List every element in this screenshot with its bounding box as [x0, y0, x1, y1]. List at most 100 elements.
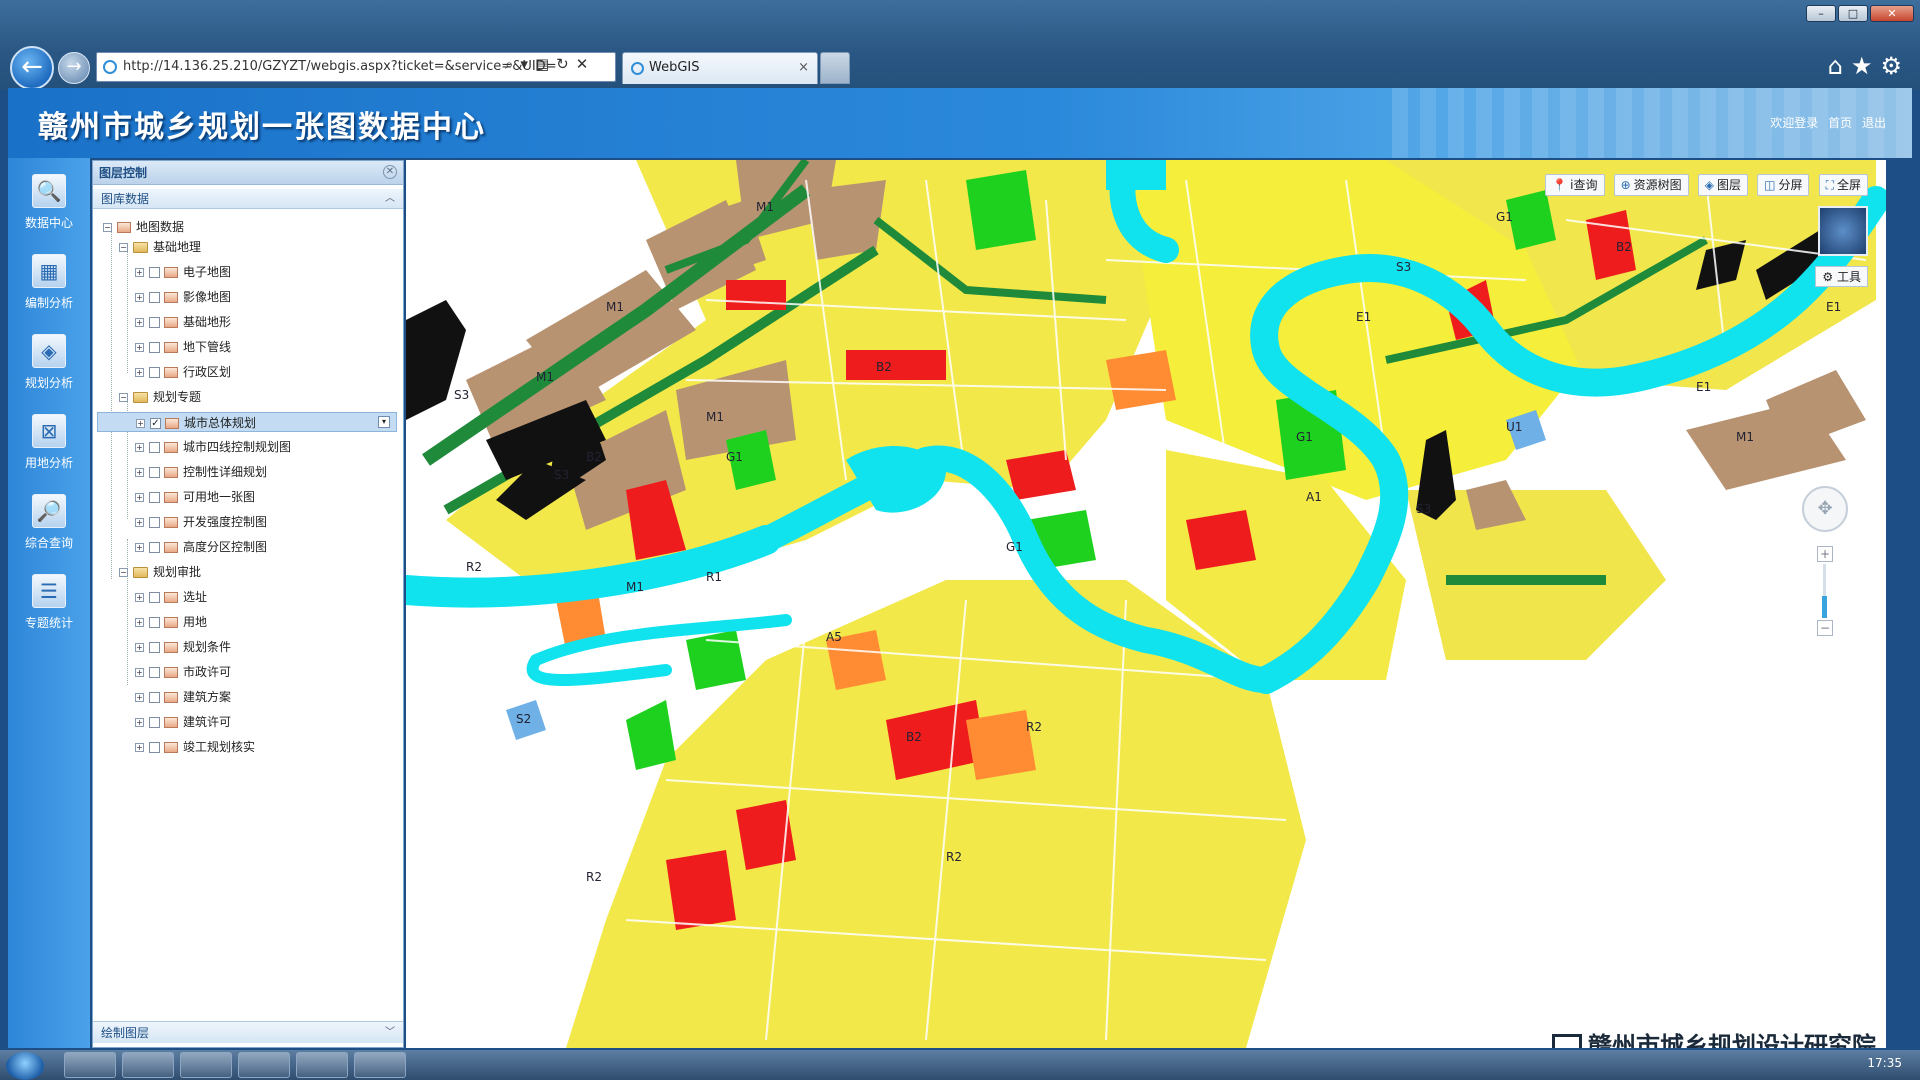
- forward-button[interactable]: →: [58, 52, 90, 84]
- resource-tree-button[interactable]: ⊕ 资源树图: [1613, 174, 1689, 196]
- layers-button[interactable]: ◈ 图层: [1697, 174, 1749, 196]
- maximize-button[interactable]: □: [1838, 5, 1868, 22]
- taskbar-app-icon[interactable]: [180, 1052, 232, 1078]
- expand-icon[interactable]: +: [135, 343, 144, 352]
- expand-icon[interactable]: +: [135, 618, 144, 627]
- tree-node-land-use[interactable]: + 用地: [135, 612, 207, 632]
- tree-node-basic-geo[interactable]: − 基础地理: [119, 237, 201, 257]
- tree-node-planning-conditions[interactable]: + 规划条件: [135, 637, 231, 657]
- identify-button[interactable]: 📍 i查询: [1545, 174, 1605, 196]
- minimize-button[interactable]: –: [1806, 5, 1836, 22]
- collapse-icon[interactable]: −: [103, 223, 112, 232]
- logout-link[interactable]: 退出: [1862, 116, 1886, 130]
- tree-node-planning-topics[interactable]: − 规划专题: [119, 387, 201, 407]
- section-draw-layers[interactable]: 绘制图层 ﹀: [93, 1021, 403, 1043]
- taskbar-clock[interactable]: 17:35: [1867, 1056, 1902, 1070]
- expand-icon[interactable]: +: [135, 293, 144, 302]
- close-window-button[interactable]: ✕: [1870, 5, 1914, 22]
- layer-checkbox[interactable]: [149, 492, 160, 503]
- layer-checkbox[interactable]: [149, 742, 160, 753]
- expand-icon[interactable]: +: [135, 718, 144, 727]
- expand-icon[interactable]: +: [135, 693, 144, 702]
- tree-node-pipelines[interactable]: + 地下管线: [135, 337, 231, 357]
- gear-icon[interactable]: ⚙: [1880, 52, 1910, 80]
- start-button[interactable]: [6, 1052, 44, 1080]
- layer-checkbox[interactable]: [149, 642, 160, 653]
- browser-tab[interactable]: WebGIS ×: [622, 52, 818, 84]
- chevron-up-icon[interactable]: ︿: [385, 189, 395, 209]
- tree-node-site-selection[interactable]: + 选址: [135, 587, 207, 607]
- layer-checkbox[interactable]: [149, 617, 160, 628]
- tree-node-terrain[interactable]: + 基础地形: [135, 312, 231, 332]
- split-screen-button[interactable]: ◫ 分屏: [1757, 174, 1810, 196]
- expand-icon[interactable]: +: [135, 368, 144, 377]
- expand-icon[interactable]: +: [135, 493, 144, 502]
- tree-node-height-zones[interactable]: + 高度分区控制图: [135, 537, 267, 557]
- compat-icon[interactable]: ▤: [535, 55, 549, 73]
- layer-checkbox[interactable]: [149, 667, 160, 678]
- tree-node-map-data[interactable]: − 地图数据: [103, 217, 184, 237]
- layer-checkbox[interactable]: [149, 592, 160, 603]
- tree-node-four-lines[interactable]: + 城市四线控制规划图: [135, 437, 291, 457]
- search-icon[interactable]: ⌕: [505, 55, 513, 73]
- expand-icon[interactable]: +: [136, 419, 145, 428]
- tree-node-building-scheme[interactable]: + 建筑方案: [135, 687, 231, 707]
- taskbar-app-icon[interactable]: [354, 1052, 406, 1078]
- layer-checkbox[interactable]: [149, 317, 160, 328]
- expand-icon[interactable]: +: [135, 743, 144, 752]
- chevron-down-icon[interactable]: ﹀: [385, 1022, 395, 1044]
- map-canvas[interactable]: S3 S3 S3 S3 B2 B2 B2 B2 G1 G1 G1 G1 A1 E…: [406, 160, 1886, 1048]
- layer-checkbox[interactable]: [149, 717, 160, 728]
- expand-icon[interactable]: +: [135, 643, 144, 652]
- land-analysis-button[interactable]: ⊠ 用地分析: [8, 404, 90, 482]
- close-tab-icon[interactable]: ×: [798, 53, 809, 83]
- taskbar-folder-icon[interactable]: [122, 1052, 174, 1078]
- fullscreen-button[interactable]: ⛶ 全屏: [1818, 174, 1868, 196]
- layer-checkbox[interactable]: [149, 342, 160, 353]
- expand-icon[interactable]: +: [135, 468, 144, 477]
- overview-map-thumbnail[interactable]: [1818, 206, 1868, 256]
- statistics-button[interactable]: ☰ 专题统计: [8, 564, 90, 642]
- tree-node-admin-division[interactable]: + 行政区划: [135, 362, 231, 382]
- expand-icon[interactable]: +: [135, 518, 144, 527]
- collapse-icon[interactable]: −: [119, 568, 128, 577]
- zoom-in-button[interactable]: +: [1817, 546, 1833, 562]
- tree-node-completion-check[interactable]: + 竣工规划核实: [135, 737, 255, 757]
- layer-menu-icon[interactable]: ▾: [378, 416, 390, 428]
- expand-icon[interactable]: +: [135, 443, 144, 452]
- home-icon[interactable]: ⌂: [1828, 52, 1851, 80]
- pan-control[interactable]: ✥: [1802, 486, 1848, 532]
- close-panel-icon[interactable]: ✕: [383, 165, 397, 179]
- star-icon[interactable]: ★: [1851, 52, 1881, 80]
- home-link[interactable]: 首页: [1828, 116, 1852, 130]
- tree-node-master-plan[interactable]: + ✓ 城市总体规划 ▾: [97, 412, 397, 432]
- tree-node-electronic-map[interactable]: + 电子地图: [135, 262, 231, 282]
- zoom-slider[interactable]: + −: [1816, 546, 1834, 636]
- query-button[interactable]: 🔎 综合查询: [8, 484, 90, 562]
- layer-checkbox[interactable]: [149, 517, 160, 528]
- collapse-icon[interactable]: −: [119, 243, 128, 252]
- data-center-button[interactable]: 🔍 数据中心: [8, 164, 90, 242]
- new-tab-button[interactable]: [820, 52, 850, 84]
- taskbar-ie-icon[interactable]: [64, 1052, 116, 1078]
- layer-checkbox[interactable]: [149, 267, 160, 278]
- layer-checkbox[interactable]: [149, 692, 160, 703]
- layer-checkbox[interactable]: [149, 542, 160, 553]
- tree-node-municipal-permit[interactable]: + 市政许可: [135, 662, 231, 682]
- refresh-icon[interactable]: ↻: [556, 55, 569, 73]
- stop-icon[interactable]: ✕: [576, 55, 589, 73]
- taskbar-app-icon[interactable]: [296, 1052, 348, 1078]
- expand-icon[interactable]: +: [135, 268, 144, 277]
- layer-checkbox-checked[interactable]: ✓: [150, 418, 161, 429]
- tree-node-approvals[interactable]: − 规划审批: [119, 562, 201, 582]
- layer-checkbox[interactable]: [149, 467, 160, 478]
- compile-analysis-button[interactable]: ▦ 编制分析: [8, 244, 90, 322]
- tree-node-density-control[interactable]: + 开发强度控制图: [135, 512, 267, 532]
- collapse-icon[interactable]: −: [119, 393, 128, 402]
- layer-checkbox[interactable]: [149, 292, 160, 303]
- zoom-out-button[interactable]: −: [1817, 620, 1833, 636]
- zoom-level-indicator[interactable]: [1822, 596, 1827, 618]
- section-library-data[interactable]: 图库数据 ︿: [93, 189, 403, 209]
- tree-node-detailed-plan[interactable]: + 控制性详细规划: [135, 462, 267, 482]
- tree-node-available-land[interactable]: + 可用地一张图: [135, 487, 255, 507]
